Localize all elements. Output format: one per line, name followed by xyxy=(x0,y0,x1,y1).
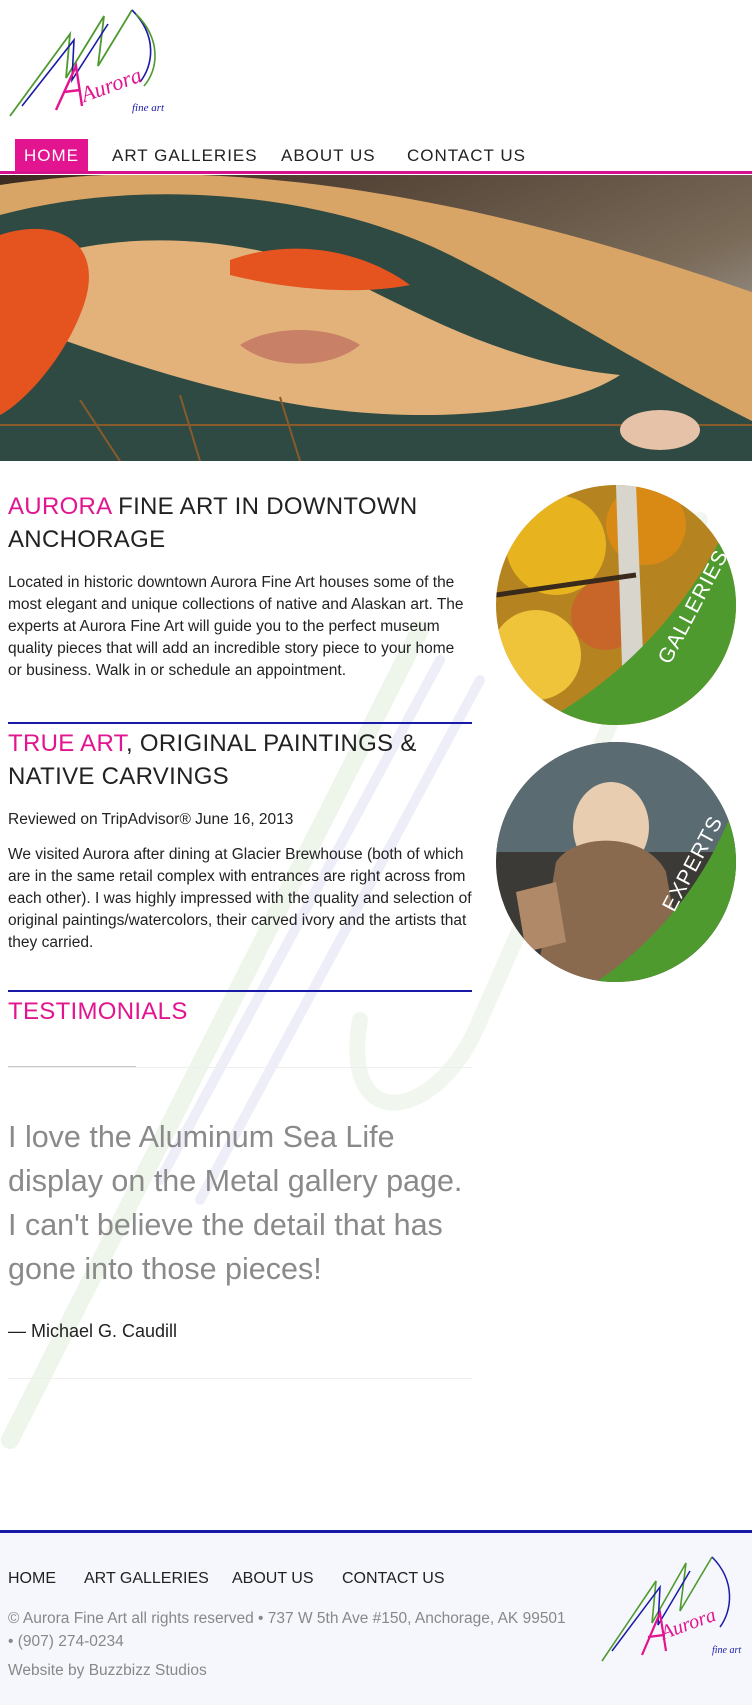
nav-contact-us[interactable]: Contact Us xyxy=(407,139,526,171)
review-date: Reviewed on TripAdvisor® June 16, 2013 xyxy=(8,811,294,828)
section-divider xyxy=(8,990,472,992)
nav-home[interactable]: Home xyxy=(15,139,88,171)
site-footer: Home Art Galleries About Us Contact Us ©… xyxy=(0,1530,752,1705)
footer-nav-contact-us[interactable]: Contact Us xyxy=(342,1570,445,1588)
intro-heading: AURORA FINE ART IN DOWNTOWN ANCHORAGE xyxy=(8,493,418,553)
galleries-link[interactable]: GALLERIES xyxy=(496,485,736,725)
footer-logo-tagline: fine art xyxy=(712,1645,742,1656)
quote-bottom-rule xyxy=(8,1378,472,1379)
experts-link[interactable]: EXPERTS xyxy=(496,742,736,982)
testimonial-author: — Michael G. Caudill xyxy=(8,1321,178,1341)
testimonials-heading: TESTIMONIALS xyxy=(8,998,188,1025)
footer-logo[interactable]: Aurora fine art xyxy=(598,1551,748,1667)
nav-about-us[interactable]: About Us xyxy=(281,139,376,171)
site-logo[interactable]: Aurora fine art xyxy=(8,6,172,122)
main-nav: Home Art Galleries About Us Contact Us xyxy=(0,139,752,174)
quote-top-rule xyxy=(8,1067,472,1068)
main-content: AURORA FINE ART IN DOWNTOWN ANCHORAGE Lo… xyxy=(8,490,472,1379)
footer-credit[interactable]: Website by Buzzbizz Studios xyxy=(8,1659,207,1682)
footer-nav-home[interactable]: Home xyxy=(8,1570,56,1588)
footer-nav-art-galleries[interactable]: Art Galleries xyxy=(84,1570,209,1588)
section-divider xyxy=(8,722,472,724)
nav-art-galleries[interactable]: Art Galleries xyxy=(112,139,258,171)
logo-tagline: fine art xyxy=(132,102,165,114)
testimonial-quote: I love the Aluminum Sea Life display on … xyxy=(8,1120,463,1286)
true-art-heading: TRUE ART, ORIGINAL PAINTINGS & NATIVE CA… xyxy=(8,730,417,790)
footer-nav-about-us[interactable]: About Us xyxy=(232,1570,314,1588)
footer-copyright: © Aurora Fine Art all rights reserved • … xyxy=(8,1610,566,1650)
review-text: We visited Aurora after dining at Glacie… xyxy=(8,846,472,951)
intro-text: Located in historic downtown Aurora Fine… xyxy=(8,574,464,679)
hero-image xyxy=(0,175,752,461)
